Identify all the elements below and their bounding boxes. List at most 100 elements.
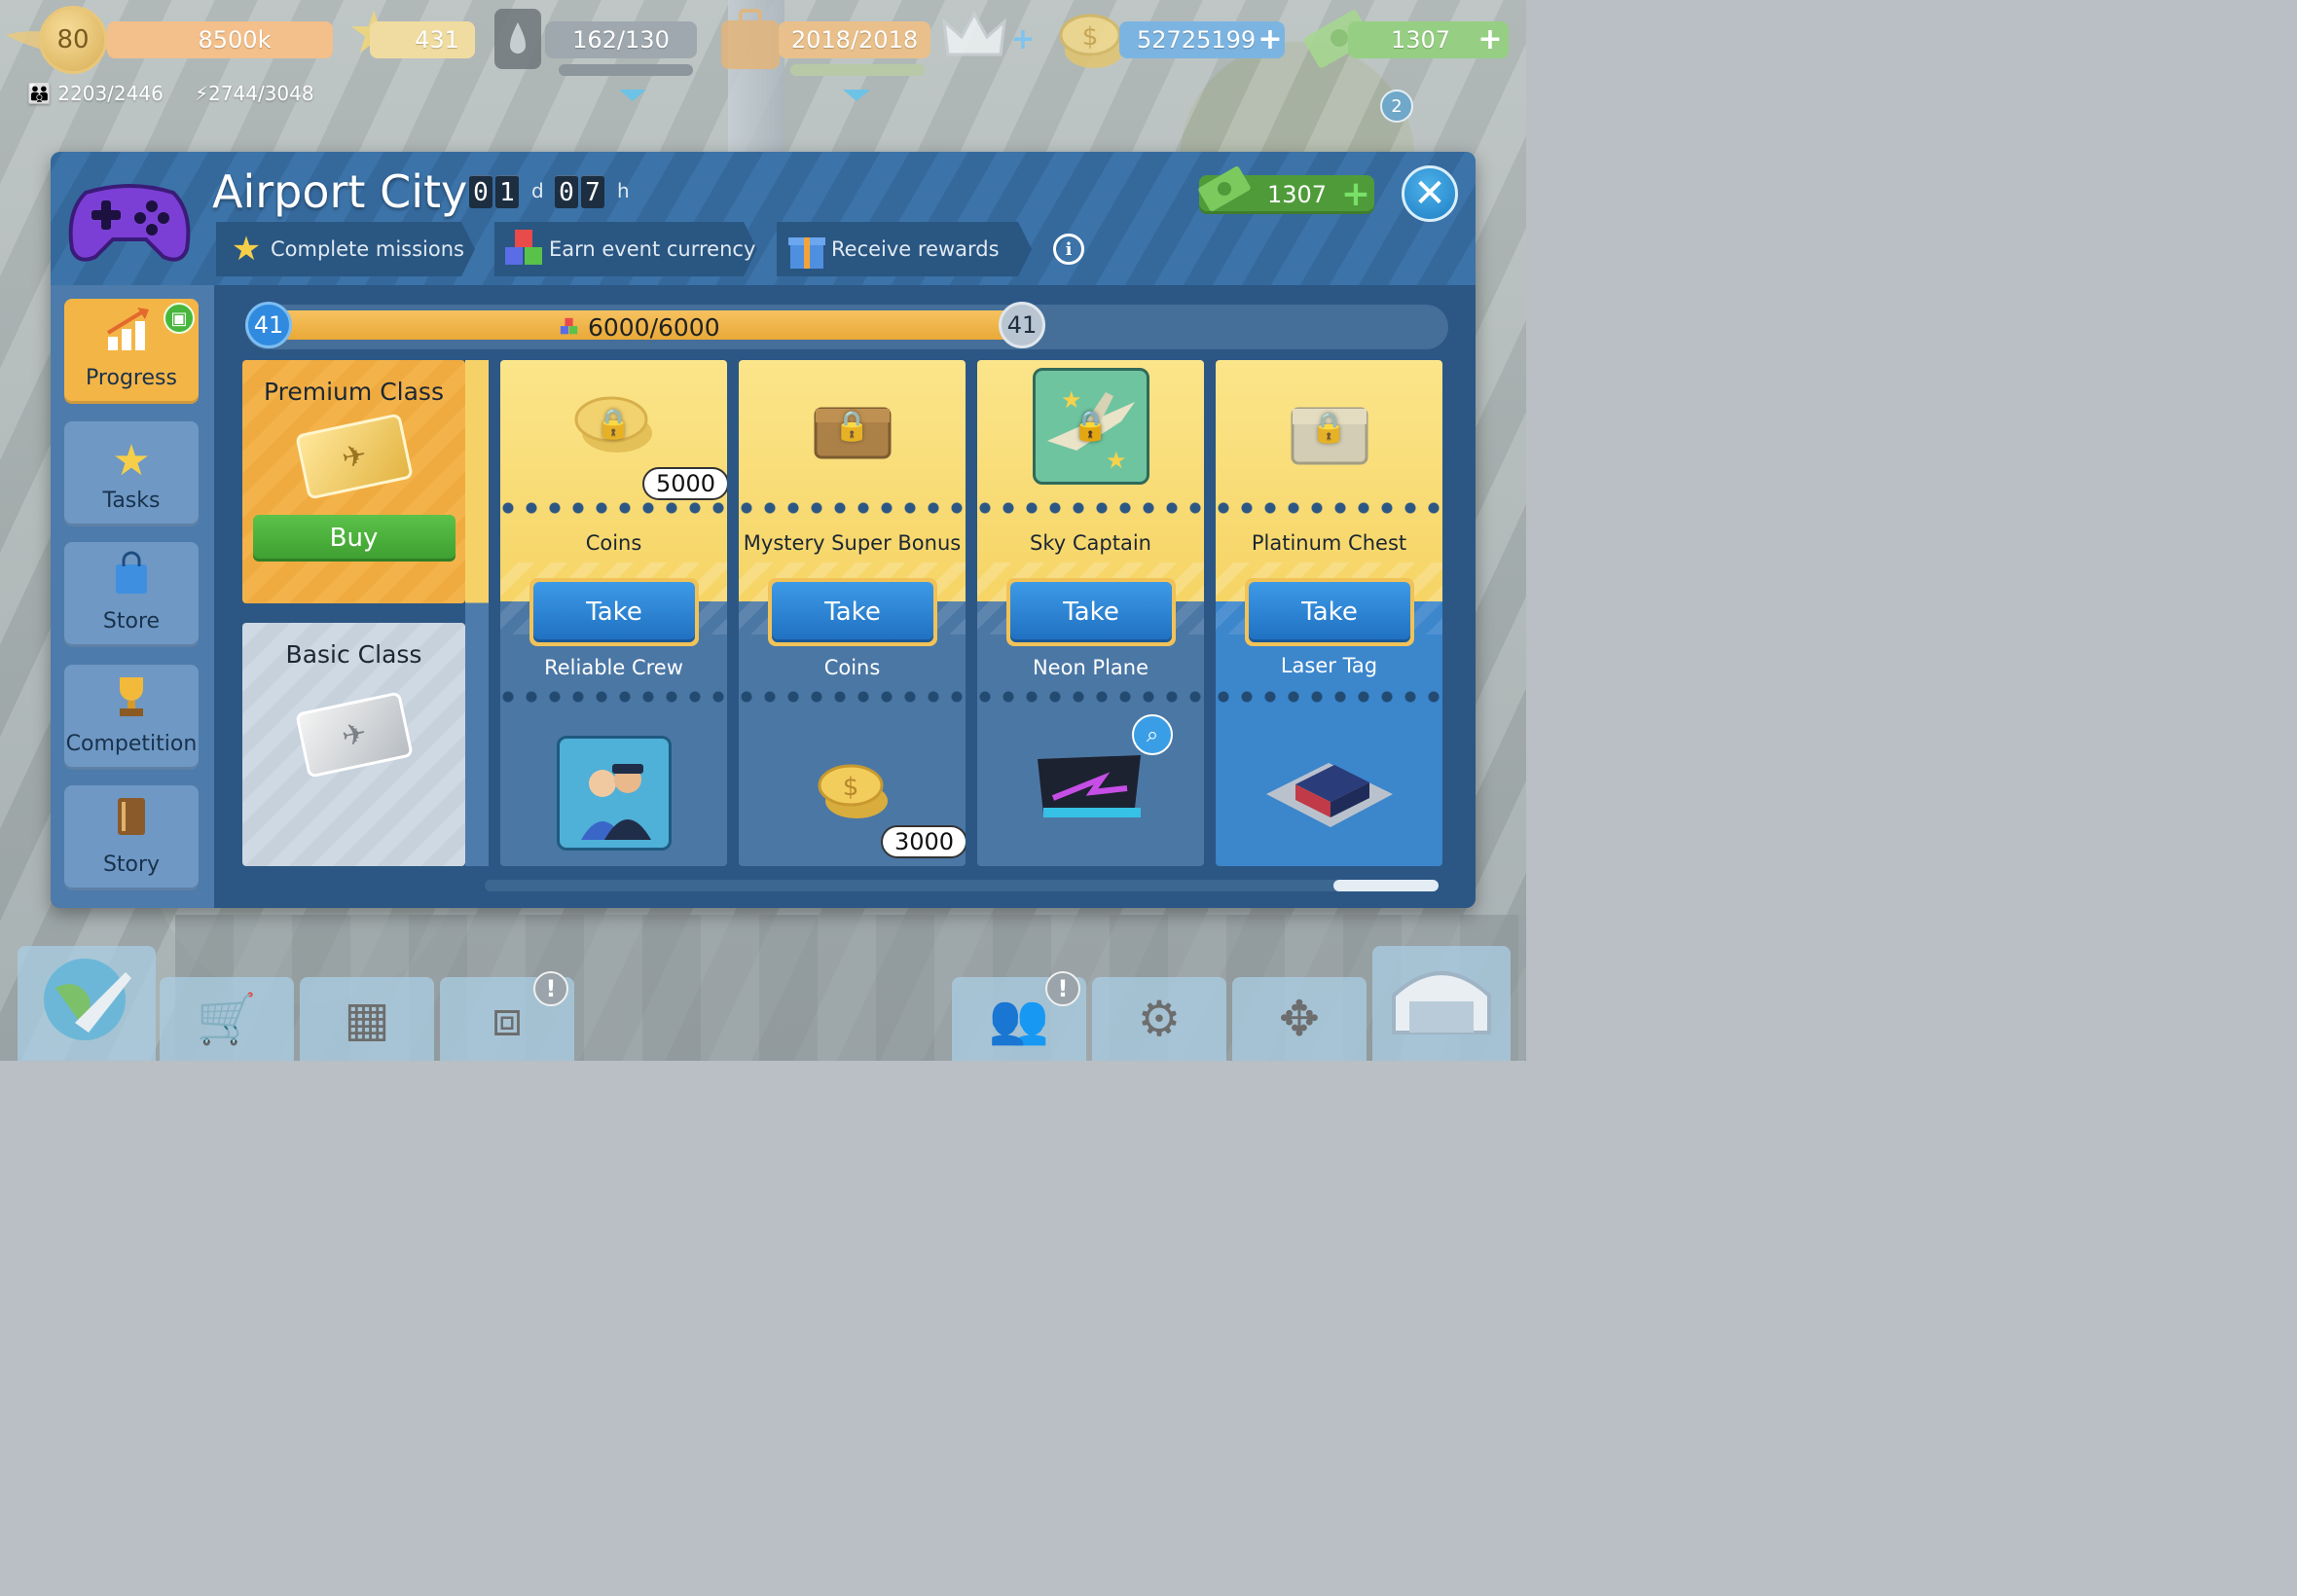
crown-plus-icon[interactable]: + [1008, 25, 1038, 54]
take-button[interactable]: Take [768, 578, 937, 646]
sidebar-item-progress[interactable]: Progress ▣ [64, 299, 199, 404]
timer-hours: 0 7 [555, 175, 604, 208]
xp-counter: 8500k [107, 21, 333, 58]
notification-count-badge[interactable]: 2 [1380, 90, 1413, 123]
sidebar-item-store[interactable]: Store [64, 542, 199, 647]
sidebar-item-label: Tasks [102, 489, 161, 513]
notification-count: 2 [1391, 95, 1403, 117]
svg-text:★: ★ [1106, 447, 1127, 474]
event-panel: Airport City 0 1 d 0 7 h ★ Complete miss… [51, 152, 1476, 908]
take-button[interactable]: Take [1245, 578, 1414, 646]
exclamation-icon: ! [533, 971, 568, 1006]
step-receive-rewards: Receive rewards [777, 222, 1032, 276]
star-counter: 431 [370, 21, 475, 58]
star-icon: ★ [112, 436, 151, 486]
info-button[interactable]: i [1053, 234, 1084, 265]
reward-quantity: 5000 [642, 467, 727, 500]
take-button[interactable]: Take [529, 578, 699, 646]
stars-value: 431 [415, 26, 459, 54]
locked-platinum-chest-icon: 🔒 [1288, 387, 1371, 469]
move-button[interactable]: ✥ [1232, 977, 1367, 1061]
gold-ticket-icon: ✈ [294, 413, 414, 500]
cash-plus-icon[interactable]: + [1476, 25, 1505, 54]
next-level-badge: 41 [999, 302, 1045, 348]
staff-icon: 👪 [27, 82, 52, 105]
reward-column: 🔒 Mystery Super Bonus Take Coins $ 3000 [739, 360, 966, 866]
take-button[interactable]: Take [1006, 578, 1176, 646]
cubes-icon [500, 225, 549, 273]
basic-reward-name: Neon Plane [1032, 656, 1149, 679]
hangar-icon [1388, 957, 1495, 1050]
timer-hours-unit: h [617, 179, 630, 202]
premium-reward-name: Sky Captain [1030, 531, 1151, 555]
staff-counter: 👪 2203/2446 [27, 82, 164, 105]
timer-digit: 0 [469, 175, 492, 208]
crate-icon: ▦ [344, 991, 390, 1047]
premium-class-title: Premium Class [264, 378, 444, 406]
sidebar-item-label: Progress [86, 366, 177, 390]
step-label: Receive rewards [831, 237, 1000, 261]
warehouse-button[interactable]: ▦ [300, 977, 434, 1061]
timer-digit: 7 [581, 175, 604, 208]
premium-reward-name: Platinum Chest [1251, 531, 1407, 555]
close-button[interactable]: ✕ [1402, 165, 1458, 222]
locked-coins-icon: 🔒 [570, 387, 658, 461]
sidebar-item-tasks[interactable]: ★ Tasks [64, 421, 199, 526]
lock-icon: 🔒 [833, 409, 871, 444]
buy-button[interactable]: Buy [252, 515, 456, 562]
sidebar-item-story[interactable]: Story [64, 785, 199, 890]
crown-icon[interactable] [940, 8, 1008, 66]
staff-value: 2203/2446 [57, 82, 164, 105]
sidebar-item-competition[interactable]: Competition [64, 665, 199, 770]
timer-days-unit: d [531, 179, 544, 202]
cargo-suitcase-icon [716, 6, 784, 74]
hangar-button[interactable] [1372, 946, 1511, 1061]
step-earn-currency: Earn event currency [494, 222, 757, 276]
panel-title: Airport City [212, 165, 468, 218]
reward-column: 🔒 Platinum Chest Take Laser Tag [1216, 360, 1442, 866]
book-icon [112, 794, 151, 847]
shop-button[interactable]: 🛒 [160, 977, 294, 1061]
world-map-button[interactable] [18, 946, 156, 1061]
dotted-divider [500, 691, 727, 703]
move-arrows-icon: ✥ [1279, 991, 1320, 1047]
premium-reward-name: Coins [585, 531, 642, 555]
event-currency-value: 1307 [1267, 181, 1328, 208]
coins-icon: $ [811, 755, 894, 823]
gamepad-icon [68, 184, 191, 262]
scrollbar-thumb[interactable] [1333, 880, 1439, 891]
coins-icon: $ [1055, 4, 1129, 78]
magnifier-icon[interactable]: ⌕ [1132, 714, 1173, 755]
sidebar-item-label: Store [102, 609, 161, 634]
fuel-dropdown-arrow-icon[interactable] [619, 90, 646, 101]
silver-ticket-icon: ✈ [294, 691, 414, 779]
lock-icon: 🔒 [1310, 411, 1348, 446]
cargo-bar [790, 64, 925, 76]
fuel-counter[interactable]: 162/130 [545, 21, 697, 58]
currency-plus-icon[interactable]: + [1339, 174, 1372, 214]
lock-icon: 🔒 [1072, 409, 1110, 444]
previous-reward-column-edge [465, 360, 489, 866]
reliable-crew-icon [556, 736, 672, 851]
coins-value: 52725199 [1137, 26, 1257, 54]
cargo-dropdown-arrow-icon[interactable] [843, 90, 870, 101]
coins-plus-icon[interactable]: + [1256, 25, 1285, 54]
progress-text: 6000/6000 [559, 313, 720, 342]
gift-icon: ▣ [164, 303, 195, 334]
settings-button[interactable]: ⚙ [1092, 977, 1226, 1061]
premium-class-card: Premium Class ✈ Buy [242, 360, 465, 603]
dotted-divider [977, 502, 1204, 514]
cargo-counter[interactable]: 2018/2018 [779, 21, 930, 58]
horizontal-scrollbar[interactable] [485, 880, 1439, 891]
people-icon: 👥 [988, 990, 1050, 1047]
dotted-divider [739, 691, 966, 703]
gift-icon [783, 225, 831, 273]
premium-reward-slot: 🔒 5000 Coins [500, 360, 727, 601]
dotted-divider [977, 691, 1204, 703]
level-badge[interactable]: 80 [39, 6, 107, 74]
timer-digit: 0 [555, 175, 578, 208]
dotted-divider [739, 502, 966, 514]
locked-mystery-chest-icon: 🔒 [811, 389, 894, 463]
step-complete-missions: ★ Complete missions [216, 222, 475, 276]
take-button-label: Take [1010, 582, 1172, 642]
